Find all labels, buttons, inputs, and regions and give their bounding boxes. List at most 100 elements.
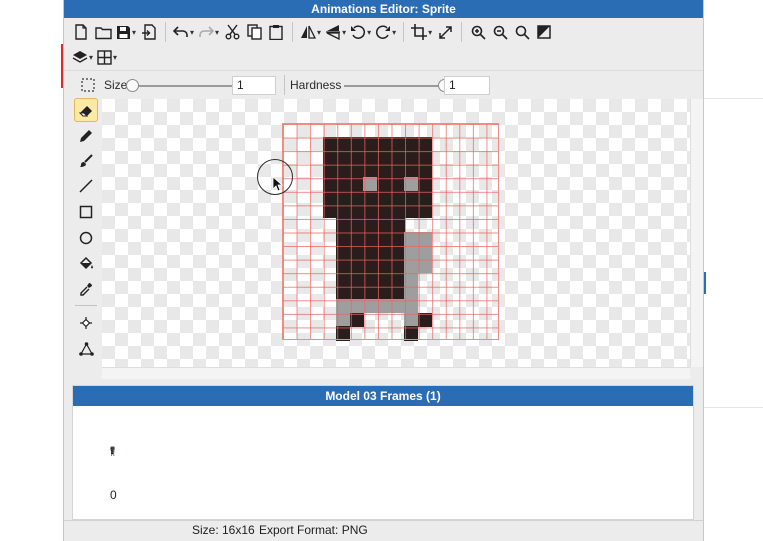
sprite-pixel (417, 190, 432, 205)
hardness-slider[interactable] (344, 85, 444, 87)
paste-button[interactable] (265, 20, 287, 44)
thumbnail-pixel (111, 451, 112, 452)
move-point-tool[interactable] (74, 311, 98, 335)
status-bar: Size: 16x16 Export Format: PNG (64, 520, 703, 541)
line-tool[interactable] (74, 174, 98, 198)
thumbnail-pixel (111, 449, 113, 451)
sprite-pixel (349, 272, 364, 287)
sprite-pixel (404, 258, 419, 273)
resize-button[interactable] (434, 20, 456, 44)
pencil-tool[interactable] (74, 124, 98, 148)
sprite-pixel (363, 150, 378, 165)
eyedropper-tool[interactable] (74, 277, 98, 301)
thumbnail-pixel (112, 452, 113, 454)
flip-horizontal-button[interactable]: ▾ (298, 20, 323, 44)
sprite-pixel (390, 285, 405, 300)
sprite-pixel (390, 163, 405, 178)
toolbar-divider (165, 22, 167, 42)
folder-icon (94, 26, 112, 39)
hardness-input[interactable]: 1 (444, 76, 490, 95)
toggle-background-button[interactable] (533, 20, 555, 44)
thumbnail-pixel (110, 448, 112, 450)
open-button[interactable] (92, 20, 114, 44)
zoom-actual-button[interactable] (511, 20, 533, 44)
redo-button[interactable]: ▾ (196, 20, 221, 44)
chevron-down-icon: ▾ (317, 27, 322, 37)
thumbnail-pixel (113, 451, 114, 453)
sprite-pixel (322, 177, 337, 192)
size-slider[interactable] (132, 85, 232, 87)
sprite-canvas[interactable] (102, 99, 690, 367)
size-input[interactable]: 1 (232, 76, 276, 95)
thumbnail-pixel (112, 451, 113, 453)
sprite-pixel (417, 258, 432, 273)
eyedropper-icon (80, 283, 92, 296)
frames-panel-title: Model 03 Frames (1) (73, 386, 693, 406)
thumbnail-pixel (113, 451, 114, 452)
selection-icon[interactable] (81, 78, 95, 92)
secondary-toolbar: ▾ ▾ (70, 44, 119, 70)
status-export-format: Export Format: PNG (259, 523, 368, 537)
export-button[interactable] (138, 20, 160, 44)
thumbnail-pixel (112, 451, 114, 453)
rotate-left-button[interactable]: ▾ (348, 20, 373, 44)
rectangle-tool[interactable] (74, 200, 98, 224)
contrast-icon (537, 25, 551, 39)
thumbnail-pixel (113, 453, 115, 455)
thumbnail-pixel (113, 449, 114, 451)
sprite-pixel (390, 231, 405, 246)
thumbnail-pixel (113, 447, 114, 448)
thumbnail-pixel (114, 447, 115, 448)
size-slider-thumb[interactable] (126, 79, 139, 92)
thumbnail-pixel (112, 447, 114, 449)
thumbnail-pixel (111, 451, 112, 453)
eraser-tool[interactable] (74, 98, 98, 122)
eraser-icon (78, 105, 92, 116)
chevron-down-icon: ▾ (132, 27, 137, 37)
paint-bucket-icon (79, 256, 93, 269)
background-divider (704, 407, 763, 408)
zoom-in-button[interactable] (467, 20, 489, 44)
brush-tool[interactable] (74, 149, 98, 173)
thumbnail-pixel (113, 451, 115, 452)
thumbnail-pixel (110, 447, 112, 448)
sprite-pixel (404, 326, 419, 341)
skeleton-tool[interactable] (74, 337, 98, 361)
thumbnail-pixel (111, 453, 112, 455)
undo-button[interactable]: ▾ (171, 20, 196, 44)
save-button[interactable]: ▾ (114, 20, 138, 44)
thumbnail-pixel (114, 447, 115, 449)
thumbnail-pixel (111, 454, 113, 456)
horizontal-scrollbar[interactable] (102, 367, 690, 379)
crop-button[interactable]: ▾ (409, 20, 434, 44)
sprite-pixel (390, 299, 405, 314)
thumbnail-pixel (112, 453, 114, 455)
ellipse-tool[interactable] (74, 226, 98, 250)
cut-button[interactable] (221, 20, 243, 44)
thumbnail-pixel (111, 452, 113, 454)
thumbnail-pixel (113, 452, 114, 454)
node-graph-icon (78, 342, 94, 356)
new-file-button[interactable] (70, 20, 92, 44)
layers-button[interactable]: ▾ (70, 45, 95, 69)
fill-tool[interactable] (74, 251, 98, 275)
thumbnail-pixel (113, 446, 114, 448)
thumbnail-pixel (113, 447, 115, 448)
sprite-pixel (349, 163, 364, 178)
mouse-pointer-icon (272, 176, 283, 192)
thumbnail-pixel (114, 449, 115, 451)
grid-button[interactable]: ▾ (95, 45, 119, 69)
frames-panel: Model 03 Frames (1) 0 (72, 385, 694, 520)
copy-button[interactable] (243, 20, 265, 44)
thumbnail-pixel (112, 448, 114, 450)
sprite-pixel (363, 231, 378, 246)
flip-vertical-button[interactable]: ▾ (323, 20, 348, 44)
rotate-right-button[interactable]: ▾ (373, 20, 398, 44)
vertical-scrollbar[interactable] (690, 99, 703, 367)
frame-thumbnail[interactable] (109, 446, 117, 456)
sprite-image[interactable] (282, 123, 499, 341)
sprite-pixel (363, 272, 378, 287)
sprite-pixel (376, 150, 391, 165)
sprite-pixel (349, 204, 364, 219)
zoom-out-button[interactable] (489, 20, 511, 44)
